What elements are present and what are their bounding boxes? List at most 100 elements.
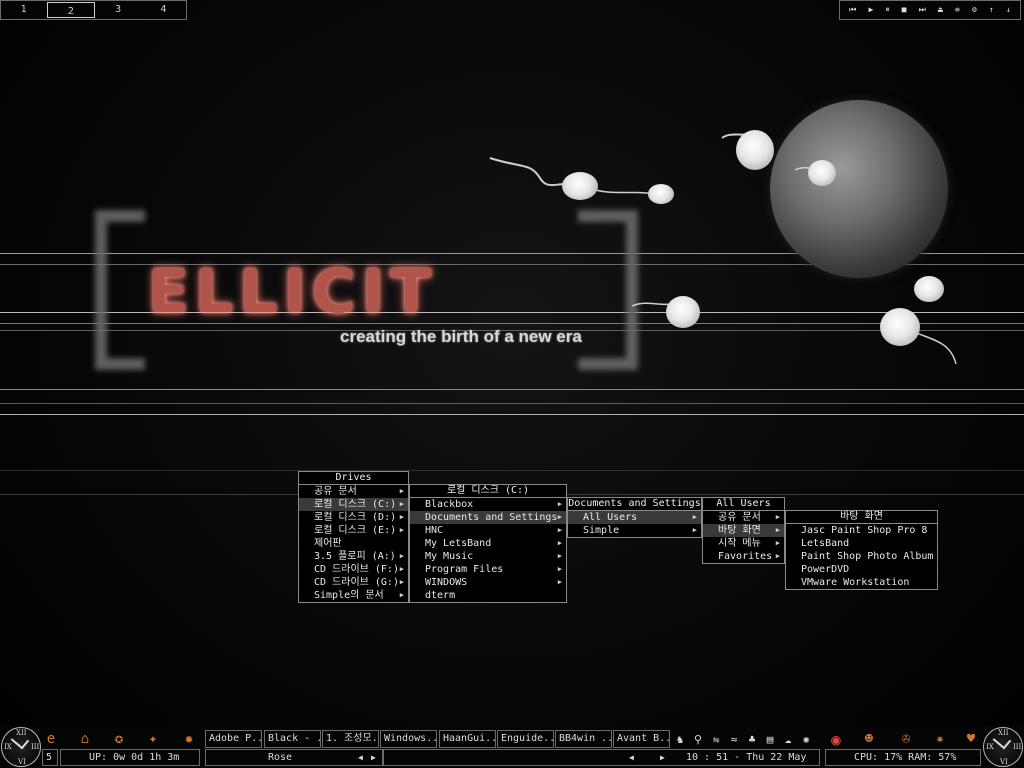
submenu-arrow-icon: ▶	[557, 578, 562, 586]
disc-icon[interactable]: ◉	[826, 729, 846, 749]
workspace-3-button[interactable]: 3	[96, 1, 141, 19]
current-task-box[interactable]: Rose ◀ ▶	[205, 749, 383, 766]
menu-item[interactable]: Favorites ▶	[703, 550, 784, 563]
previous-icon[interactable]: ⏮	[849, 1, 856, 19]
menu-item[interactable]: My LetsBand ▶	[410, 537, 566, 550]
eject-icon[interactable]: ⏏	[938, 1, 943, 19]
menu-item[interactable]: Blackbox ▶	[410, 498, 566, 511]
menu-title: All Users	[703, 498, 784, 511]
taskbar-button[interactable]: Windows...	[380, 730, 437, 748]
menu-item-label: My Music	[425, 551, 474, 562]
clock-hour-hand	[1002, 739, 1012, 750]
media-icon[interactable]: ✪	[108, 728, 130, 750]
menu-item[interactable]: 3.5 플로피 (A:) ▶	[299, 550, 408, 563]
menu-item[interactable]: 바탕 화면 ▶	[703, 524, 784, 537]
next-workspace-icon[interactable]: ▶	[660, 750, 665, 766]
menu-item[interactable]: Documents and Settings ▶	[410, 511, 566, 524]
workspace-pager: 1234	[0, 0, 187, 20]
orb	[666, 296, 700, 328]
menu-item[interactable]: Jasc Paint Shop Pro 8	[786, 524, 937, 537]
submenu-arrow-icon: ▶	[775, 552, 780, 560]
submenu-arrow-icon: ▶	[692, 526, 697, 534]
people-icon[interactable]: ♣	[744, 731, 760, 747]
menu-local-disk-c: 로컬 디스크 (C:) Blackbox ▶ Documents and Setti…	[409, 484, 567, 603]
menu-item-label: Simple	[583, 525, 620, 536]
menu-item-label: CD 드라이브 (G:)	[314, 577, 399, 588]
menu-desktop: 바탕 화면 Jasc Paint Shop Pro 8 LetsBand Paint…	[785, 510, 938, 590]
taskbar-button[interactable]: Black - ...	[264, 730, 321, 748]
workspace-number-box[interactable]: 5	[42, 749, 58, 766]
tool-icon[interactable]: ✦	[142, 728, 164, 750]
menu-item-label: Documents and Settings	[425, 512, 558, 523]
orb	[808, 160, 836, 186]
menu-item[interactable]: All Users ▶	[568, 511, 701, 524]
settings-icon[interactable]: ✺	[798, 731, 814, 747]
next-task-icon[interactable]: ▶	[371, 750, 376, 766]
menu-title: Drives	[299, 472, 408, 485]
fire-icon[interactable]: ✹	[178, 728, 200, 750]
menu-item[interactable]: 시작 메뉴 ▶	[703, 537, 784, 550]
menu-item[interactable]: Program Files ▶	[410, 563, 566, 576]
submenu-arrow-icon: ▶	[557, 500, 562, 508]
menu-item[interactable]: PowerDVD	[786, 563, 937, 576]
pin-icon[interactable]: ⚲	[690, 731, 706, 747]
menu-item[interactable]: 제어판	[299, 537, 408, 550]
prev-workspace-icon[interactable]: ◀	[629, 750, 634, 766]
menu-item[interactable]: My Music ▶	[410, 550, 566, 563]
options-icon[interactable]: ⚙	[972, 1, 977, 19]
menu-item[interactable]: WINDOWS ▶	[410, 576, 566, 589]
stop-icon[interactable]: ■	[902, 1, 907, 19]
menu-item[interactable]: 로컬 디스크 (D:) ▶	[299, 511, 408, 524]
clock-hour-hand	[20, 739, 30, 750]
playlist-icon[interactable]: ≡	[955, 1, 960, 19]
menu-item[interactable]: Simple의 문서 ▶	[299, 589, 408, 602]
media-controls: ⏮ ▶ ⏸ ■ ⏭ ⏏ ≡ ⚙ ↑ ↓	[839, 0, 1021, 20]
taskbar-button[interactable]: BB4win ...	[555, 730, 612, 748]
menu-item[interactable]: HNC ▶	[410, 524, 566, 537]
menu-item[interactable]: Simple ▶	[568, 524, 701, 537]
taskbar-button[interactable]: Adobe P...	[205, 730, 262, 748]
prev-task-icon[interactable]: ◀	[358, 750, 363, 766]
wizard-icon[interactable]: ♞	[672, 731, 688, 747]
heart-icon[interactable]: ♥	[960, 728, 982, 750]
menu-item[interactable]: LetsBand	[786, 537, 937, 550]
menu-item[interactable]: 공유 문서 ▶	[299, 485, 408, 498]
note-icon[interactable]: ▤	[762, 731, 778, 747]
menu-item-label: 바탕 화면	[718, 525, 761, 536]
pacman-icon[interactable]: ☻	[858, 728, 880, 750]
menu-item[interactable]: Paint Shop Photo Album	[786, 550, 937, 563]
planet-icon[interactable]: ✷	[929, 728, 951, 750]
workspace-4-button[interactable]: 4	[141, 1, 186, 19]
gear-icon[interactable]: ✇	[895, 728, 917, 750]
taskbar-button[interactable]: HaanGui...	[439, 730, 496, 748]
taskbar-button[interactable]: Avant B...	[613, 730, 670, 748]
menu-item[interactable]: VMware Workstation	[786, 576, 937, 589]
volume-up-icon[interactable]: ↑	[989, 1, 994, 19]
submenu-arrow-icon: ▶	[399, 500, 404, 508]
clock-box: ◀ ▶ 10 : 51 - Thu 22 May	[383, 749, 820, 766]
menu-item-label: dterm	[425, 590, 456, 601]
menu-item[interactable]: 로컬 디스크 (E:) ▶	[299, 524, 408, 537]
wifi-icon[interactable]: ≈	[726, 731, 742, 747]
menu-item[interactable]: dterm	[410, 589, 566, 602]
network-icon[interactable]: ⇋	[708, 731, 724, 747]
ghost-icon[interactable]: ☁	[780, 731, 796, 747]
taskbar-button[interactable]: Enguide...	[497, 730, 554, 748]
menu-item-label: LetsBand	[801, 538, 850, 549]
volume-down-icon[interactable]: ↓	[1006, 1, 1011, 19]
pause-icon[interactable]: ⏸	[885, 1, 889, 19]
workspace-2-button[interactable]: 2	[47, 2, 95, 18]
menu-item[interactable]: CD 드라이브 (F:) ▶	[299, 563, 408, 576]
internet-explorer-icon[interactable]: e	[40, 728, 62, 750]
menu-item-label: 로컬 디스크 (D:)	[314, 512, 397, 523]
menu-item[interactable]: 공유 문서 ▶	[703, 511, 784, 524]
next-icon[interactable]: ⏭	[919, 1, 926, 19]
taskbar-button[interactable]: 1. 조성모...	[322, 730, 379, 748]
menu-item[interactable]: 로컬 디스크 (C:) ▶	[299, 498, 408, 511]
submenu-arrow-icon: ▶	[399, 565, 404, 573]
house-icon[interactable]: ⌂	[74, 728, 96, 750]
menu-item[interactable]: CD 드라이브 (G:) ▶	[299, 576, 408, 589]
system-monitor-box: CPU: 17% RAM: 57%	[825, 749, 981, 766]
play-icon[interactable]: ▶	[868, 1, 873, 19]
workspace-1-button[interactable]: 1	[1, 1, 46, 19]
